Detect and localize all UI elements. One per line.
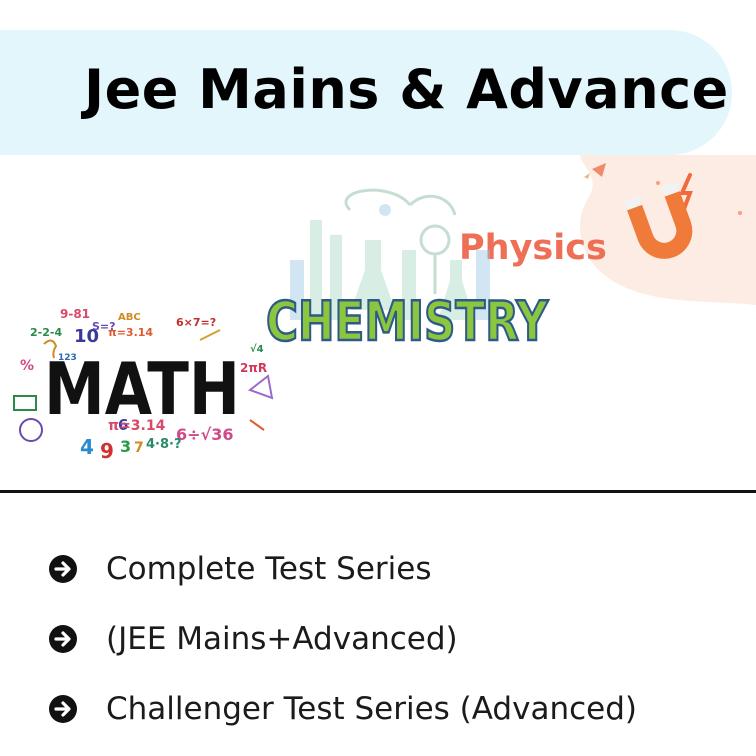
banner-title: Jee Mains & Advance: [84, 58, 729, 121]
chemistry-wordart: CHEMISTRY: [265, 289, 550, 355]
feature-item: (JEE Mains+Advanced): [48, 604, 637, 674]
svg-text:ABC: ABC: [118, 312, 141, 323]
svg-text:3: 3: [120, 437, 131, 456]
math-label: MATH: [44, 347, 240, 431]
math-doodle-illustration: 9-81 10 2-2-4 S=? ABC 6×7=? 123 π=3.14 2…: [13, 307, 274, 463]
svg-text:6×7=?: 6×7=?: [176, 316, 216, 329]
title-banner: Jee Mains & Advance: [0, 30, 732, 155]
section-divider: [0, 490, 756, 493]
svg-text:√4: √4: [250, 343, 264, 355]
arrow-circle-right-icon: [49, 555, 77, 583]
feature-text: Complete Test Series: [106, 551, 432, 587]
svg-text:7: 7: [134, 440, 144, 456]
feature-text: Challenger Test Series (Advanced): [106, 691, 637, 727]
feature-item: Complete Test Series: [48, 534, 637, 604]
svg-text:2πR: 2πR: [240, 361, 267, 375]
chemistry-label: CHEMISTRY: [266, 290, 549, 353]
feature-list: Complete Test Series (JEE Mains+Advanced…: [48, 534, 637, 744]
svg-text:9: 9: [100, 439, 114, 463]
feature-text: (JEE Mains+Advanced): [106, 621, 458, 657]
arrow-circle-right-icon: [49, 625, 77, 653]
arrow-circle-right-icon: [49, 695, 77, 723]
svg-text:4: 4: [80, 435, 94, 459]
svg-text:4·8·?: 4·8·?: [146, 437, 182, 452]
svg-text:2-2-4: 2-2-4: [30, 326, 62, 339]
svg-text:9-81: 9-81: [60, 307, 90, 321]
svg-text:%: %: [20, 358, 34, 374]
svg-text:π=3.14: π=3.14: [108, 326, 153, 339]
feature-item: Challenger Test Series (Advanced): [48, 674, 637, 744]
